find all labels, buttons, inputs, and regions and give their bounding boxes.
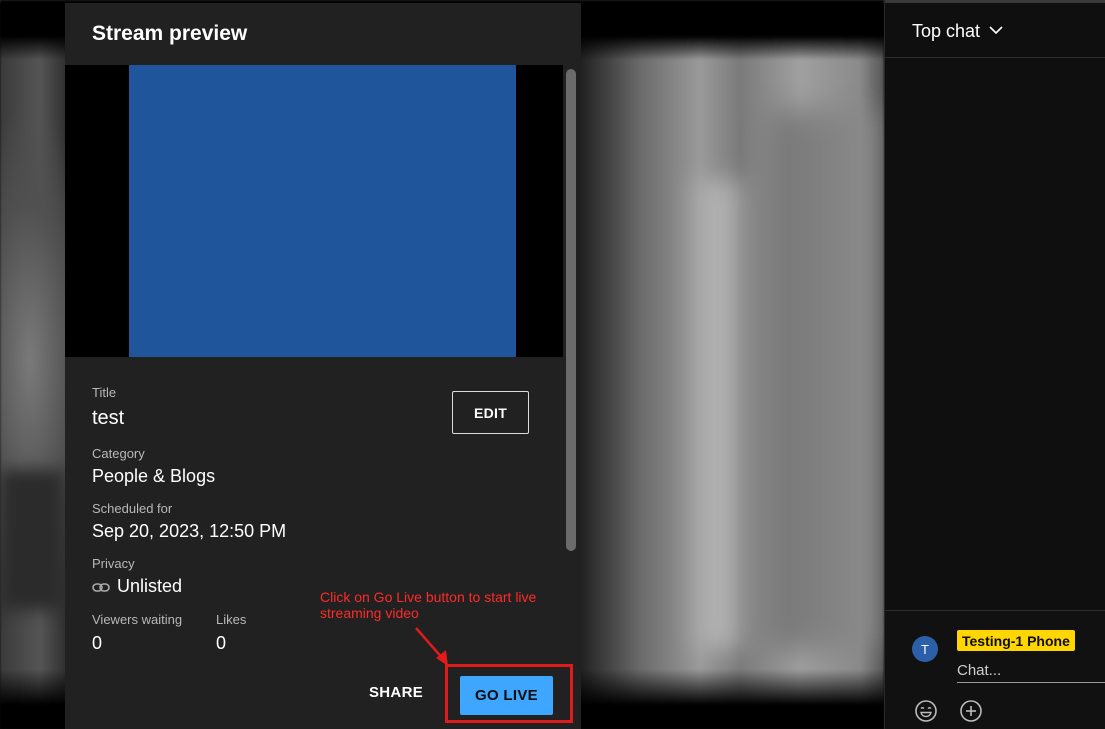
emoji-icon[interactable] (914, 699, 938, 723)
edit-button[interactable]: EDIT (452, 391, 529, 434)
annotation-highlight-box (445, 664, 573, 723)
chat-input[interactable] (957, 659, 1105, 683)
chat-mode-selector[interactable]: Top chat (912, 21, 980, 42)
avatar: T (912, 636, 938, 662)
annotation-text: Click on Go Live button to start live st… (320, 589, 537, 621)
viewers-waiting-value: 0 (92, 633, 103, 653)
title-label: Title (92, 385, 117, 400)
privacy-label: Privacy (92, 556, 135, 571)
chevron-down-icon[interactable] (989, 25, 1003, 35)
chat-panel: Top chat T Testing-1 Phone (884, 3, 1105, 729)
plus-circle-icon[interactable] (959, 699, 983, 723)
viewers-waiting-label: Viewers waiting (92, 612, 183, 627)
category-label: Category (92, 446, 145, 461)
likes-label: Likes (216, 612, 247, 627)
annotation-arrow-icon (415, 627, 448, 666)
share-button[interactable]: SHARE (369, 684, 423, 701)
chat-header[interactable]: Top chat (885, 3, 1105, 58)
category-value: People & Blogs (92, 466, 216, 486)
user-name-badge: Testing-1 Phone (957, 630, 1075, 651)
video-frame (129, 65, 516, 357)
video-preview (65, 65, 563, 357)
scrollbar-thumb[interactable] (566, 69, 576, 551)
panel-title: Stream preview (92, 22, 248, 45)
link-icon (92, 583, 110, 592)
scheduled-value: Sep 20, 2023, 12:50 PM (92, 521, 287, 541)
privacy-value: Unlisted (117, 576, 183, 596)
scheduled-label: Scheduled for (92, 501, 173, 516)
likes-value: 0 (216, 633, 227, 653)
title-value: test (92, 407, 125, 429)
chat-footer: T Testing-1 Phone (885, 610, 1105, 729)
